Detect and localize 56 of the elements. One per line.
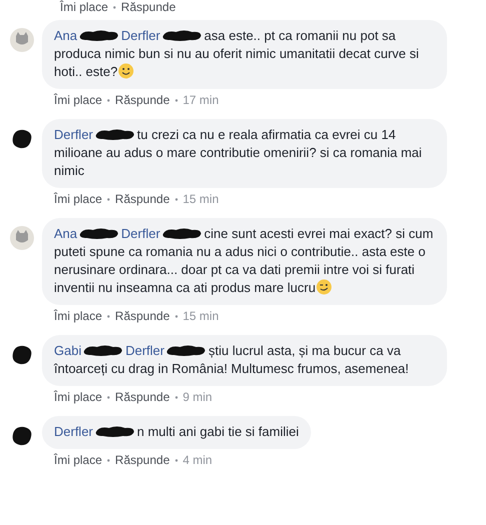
comment-text: Gabi Derfler știu lucrul asta, și ma bucur ca va întoarceți cu drag in România! Multumesc frumos, asemenea!: [54, 343, 409, 376]
separator-dot: [174, 458, 178, 462]
reply-link[interactable]: Răspunde: [115, 453, 170, 467]
comment-text: Ana Derfler cine sunt acesti evrei mai exact? si cum puteti spune ca romania nu a adus nici o contributie.. asta este o nerusinare ordinara... doar pt ca va dati premii intre voi si furati inventii nu inseamna ca ati produs mare lucru: [54, 226, 434, 295]
comment-text: Ana Derfler asa este.. pt ca romanii nu pot sa produca nimic bun si nu au oferit nimic umanitatii decat curve si hoti.. este?: [54, 28, 419, 79]
redaction-mark: [79, 227, 120, 240]
redaction-mark: [166, 344, 206, 357]
redaction-mark: [95, 425, 136, 438]
separator-dot: [107, 98, 110, 102]
timestamp: 15 min: [182, 192, 219, 206]
redaction-mark: [162, 29, 202, 42]
like-link[interactable]: Îmi place: [54, 309, 102, 323]
redaction-mark: [83, 344, 124, 357]
author-link[interactable]: Gabi: [54, 343, 82, 358]
separator-dot: [107, 198, 110, 200]
separator-dot: [174, 98, 178, 102]
redacted-avatar-icon[interactable]: [10, 343, 34, 367]
timestamp: 17 min: [182, 93, 219, 107]
mention-link[interactable]: Derfler: [125, 343, 164, 358]
like-link[interactable]: Îmi place: [54, 453, 102, 467]
reply-link[interactable]: Răspunde: [115, 390, 170, 404]
author-link[interactable]: Derfler: [54, 127, 94, 142]
redacted-avatar-icon[interactable]: [10, 127, 34, 151]
like-link[interactable]: Îmi place: [54, 390, 102, 404]
avatar-icon[interactable]: [10, 226, 34, 250]
separator-dot: [113, 6, 116, 8]
separator-dot: [174, 314, 178, 318]
reply-link[interactable]: Răspunde: [121, 0, 176, 14]
author-link[interactable]: Ana: [54, 226, 78, 241]
timestamp: 9 min: [182, 390, 212, 404]
author-link[interactable]: Ana: [54, 28, 78, 43]
separator-dot: [107, 396, 110, 398]
reply-link[interactable]: Răspunde: [115, 309, 170, 323]
like-link[interactable]: Îmi place: [54, 192, 102, 206]
author-link[interactable]: Derfler: [54, 424, 94, 439]
reply-link[interactable]: Răspunde: [115, 192, 170, 206]
timestamp: 4 min: [182, 453, 212, 467]
redaction-mark: [79, 29, 120, 42]
winking-smiley-icon: [316, 279, 332, 295]
mention-link[interactable]: Derfler: [121, 28, 160, 43]
comment-text: Derfler tu crezi ca nu e reala afirmatia ca evrei cu 14 milioane au adus o mare contributie omenirii? si ca romania mai nimic: [54, 127, 422, 178]
separator-dot: [174, 198, 178, 200]
separator-dot: [107, 458, 110, 462]
avatar-icon[interactable]: [10, 28, 34, 52]
reply-link[interactable]: Răspunde: [115, 93, 170, 107]
like-link[interactable]: Îmi place: [60, 0, 108, 14]
like-link[interactable]: Îmi place: [54, 93, 102, 107]
separator-dot: [174, 396, 178, 398]
redaction-mark: [95, 128, 136, 141]
smiley-icon: [118, 63, 134, 79]
separator-dot: [107, 314, 110, 318]
comment-text: Derfler n multi ani gabi tie si familiei: [54, 424, 299, 439]
redacted-avatar-icon[interactable]: [10, 424, 34, 448]
timestamp: 15 min: [182, 309, 219, 323]
redaction-mark: [162, 227, 202, 240]
mention-link[interactable]: Derfler: [121, 226, 160, 241]
